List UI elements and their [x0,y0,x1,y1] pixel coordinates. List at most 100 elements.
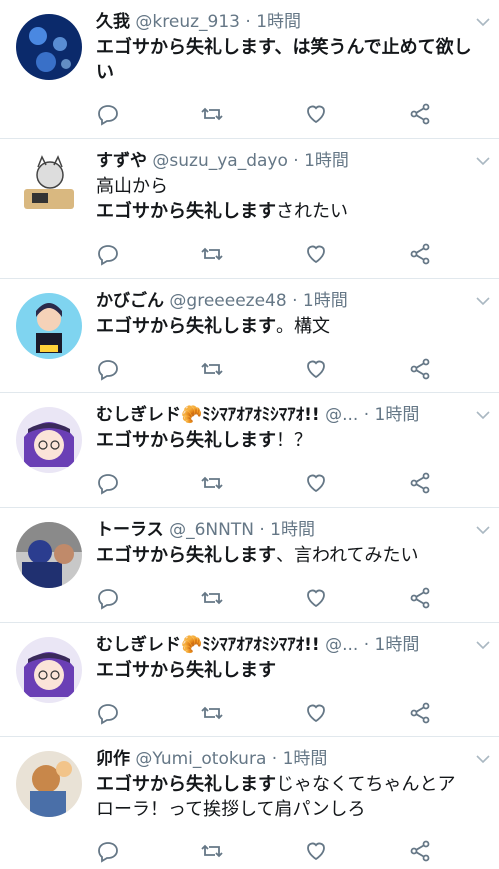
tweet-header: トーラス @_6NNTN · 1時間 [96,518,473,542]
reply-icon[interactable] [96,357,120,381]
retweet-icon[interactable] [200,701,224,725]
timestamp[interactable]: 1時間 [375,405,420,425]
timestamp[interactable]: 1時間 [304,151,349,171]
tweet-text-bold: エゴサから失礼します [96,545,276,566]
share-icon[interactable] [408,471,432,495]
avatar[interactable] [16,637,82,703]
avatar[interactable] [16,293,82,359]
tweet-item[interactable]: すずや @suzu_ya_dayo · 1時間 高山から エゴサから失礼しますされ… [0,139,499,279]
chevron-down-icon[interactable] [475,753,491,765]
timestamp[interactable]: 1時間 [375,635,420,655]
retweet-icon[interactable] [200,471,224,495]
share-icon[interactable] [408,701,432,725]
timestamp[interactable]: 1時間 [270,520,315,540]
timestamp[interactable]: 1時間 [303,291,348,311]
display-name[interactable]: 久我 [96,12,130,32]
heart-icon[interactable] [304,471,328,495]
tweet-actions [96,242,446,266]
tweet-item[interactable]: むしぎレド🥐ﾐｼﾏｱｵｱｵﾐｼﾏｱｵ!! @... · 1時間 エゴサから失礼し… [0,623,499,737]
tweet-text: 高山から エゴサから失礼しますされたい [96,174,473,224]
tweet-item[interactable]: かびごん @greeeeze48 · 1時間 エゴサから失礼します。構文 [0,279,499,393]
display-name[interactable]: かびごん [96,291,164,311]
tweet-header: むしぎレド🥐ﾐｼﾏｱｵｱｵﾐｼﾏｱｵ!! @... · 1時間 [96,633,473,657]
share-icon[interactable] [408,586,432,610]
display-name[interactable]: トーラス [96,520,164,540]
tweet-text: エゴサから失礼します [96,658,473,683]
tweet-item[interactable]: トーラス @_6NNTN · 1時間 エゴサから失礼します、言われてみたい [0,508,499,623]
chevron-down-icon[interactable] [475,155,491,167]
share-icon[interactable] [408,242,432,266]
tweet-text-rest: 、言われてみたい [276,545,419,566]
separator: · [292,291,298,311]
user-handle[interactable]: @greeeeze48 [169,291,286,311]
reply-icon[interactable] [96,242,120,266]
retweet-icon[interactable] [200,242,224,266]
avatar[interactable] [16,751,82,817]
heart-icon[interactable] [304,357,328,381]
tweet-item[interactable]: 久我 @kreuz_913 · 1時間 エゴサから失礼します、は笑うんで止めて欲… [0,0,499,139]
avatar[interactable] [16,153,82,219]
heart-icon[interactable] [304,242,328,266]
share-icon[interactable] [408,839,432,863]
separator: · [363,635,370,655]
separator: · [245,12,251,32]
tweet-text-bold: エゴサから失礼します、は笑うんで止めて欲しい [96,37,472,83]
avatar[interactable] [16,522,82,588]
retweet-icon[interactable] [200,586,224,610]
tweet-text-bold: エゴサから失礼します [96,660,276,681]
retweet-icon[interactable] [200,357,224,381]
separator: · [363,405,370,425]
share-icon[interactable] [408,357,432,381]
reply-icon[interactable] [96,586,120,610]
chevron-down-icon[interactable] [475,16,491,28]
tweet-header: かびごん @greeeeze48 · 1時間 [96,289,473,313]
avatar[interactable] [16,407,82,473]
user-handle[interactable]: @... [325,635,358,655]
tweet-text: エゴサから失礼しますじゃなくてちゃんとアローラ！って挨拶して肩パンしろ [96,772,473,822]
tweet-text-bold: エゴサから失礼します [96,774,276,795]
reply-icon[interactable] [96,471,120,495]
tweet-header: すずや @suzu_ya_dayo · 1時間 [96,149,473,173]
user-handle[interactable]: @_6NNTN [169,520,254,540]
retweet-icon[interactable] [200,839,224,863]
user-handle[interactable]: @kreuz_913 [135,12,240,32]
chevron-down-icon[interactable] [475,295,491,307]
user-handle[interactable]: @... [325,405,358,425]
tweet-item[interactable]: 卯作 @Yumi_otokura · 1時間 エゴサから失礼しますじゃなくてちゃ… [0,737,499,869]
retweet-icon[interactable] [200,102,224,126]
user-handle[interactable]: @suzu_ya_dayo [152,151,287,171]
display-name[interactable]: 卯作 [96,749,130,769]
tweet-item[interactable]: むしぎレド🥐ﾐｼﾏｱｵｱｵﾐｼﾏｱｵ!! @... · 1時間 エゴサから失礼し… [0,393,499,508]
share-icon[interactable] [408,102,432,126]
tweet-actions [96,701,446,725]
heart-icon[interactable] [304,586,328,610]
reply-icon[interactable] [96,701,120,725]
tweet-feed: 久我 @kreuz_913 · 1時間 エゴサから失礼します、は笑うんで止めて欲… [0,0,499,869]
display-name[interactable]: すずや [96,151,147,171]
chevron-down-icon[interactable] [475,409,491,421]
display-name[interactable]: むしぎレド🥐ﾐｼﾏｱｵｱｵﾐｼﾏｱｵ!! [96,405,320,425]
reply-icon[interactable] [96,839,120,863]
chevron-down-icon[interactable] [475,639,491,651]
tweet-actions [96,471,446,495]
tweet-header: 久我 @kreuz_913 · 1時間 [96,10,473,34]
tweet-text: エゴサから失礼します、言われてみたい [96,543,473,568]
tweet-actions [96,586,446,610]
user-handle[interactable]: @Yumi_otokura [135,749,266,769]
display-name[interactable]: むしぎレド🥐ﾐｼﾏｱｵｱｵﾐｼﾏｱｵ!! [96,635,320,655]
tweet-actions [96,102,446,126]
avatar[interactable] [16,14,82,80]
reply-icon[interactable] [96,102,120,126]
tweet-text: エゴサから失礼します！？ [96,428,473,453]
timestamp[interactable]: 1時間 [256,12,301,32]
timestamp[interactable]: 1時間 [283,749,328,769]
tweet-actions [96,839,446,863]
heart-icon[interactable] [304,102,328,126]
chevron-down-icon[interactable] [475,524,491,536]
heart-icon[interactable] [304,701,328,725]
tweet-text-bold: エゴサから失礼します [96,430,276,451]
tweet-text: エゴサから失礼します、は笑うんで止めて欲しい [96,35,473,85]
tweet-text-pre: 高山から [96,176,168,197]
tweet-text-bold: エゴサから失礼します [96,201,276,222]
heart-icon[interactable] [304,839,328,863]
